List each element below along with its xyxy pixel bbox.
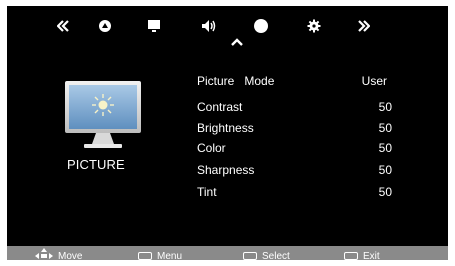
footer-move-label: Move [58,250,83,261]
monitor-sun-icon [65,81,141,148]
menu-item-value: 50 [378,163,392,177]
menu-item-brightness[interactable]: Brightness 50 [197,121,407,137]
menu-item-sharpness[interactable]: Sharpness 50 [197,163,407,179]
chevron-double-left-icon [57,20,69,32]
footer-select-hint: Select [243,246,290,260]
speaker-icon [202,20,216,32]
tab-screen[interactable] [144,16,164,36]
menu-item-color[interactable]: Color 50 [197,141,407,157]
menu-item-label: Color [197,141,226,155]
tab-setup[interactable] [304,16,324,36]
gear-icon [307,19,321,33]
monitor-icon [148,20,160,32]
footer-move-hint: Move [35,246,82,260]
dpad-icon [35,248,53,260]
menu-item-value: User [361,74,387,88]
section-title: PICTURE [67,157,125,172]
menu-item-label: Picture Mode [197,74,275,88]
menu-key-icon [138,252,152,260]
menu-item-value: 50 [378,141,392,155]
menu-item-label: Tint [197,185,217,199]
top-nav [7,6,448,50]
picture-icon [99,20,111,32]
circle-icon [254,19,268,33]
footer-menu-hint: Menu [138,246,182,260]
tab-picture[interactable] [95,16,115,36]
footer-exit-hint: Exit [344,246,380,260]
footer-menu-label: Menu [157,250,183,261]
footer-hint-bar: Move Menu Select Exit [7,246,448,260]
menu-item-contrast[interactable]: Contrast 50 [197,100,407,116]
menu-item-value: 50 [378,100,392,114]
osd-screen: PICTURE Picture Mode User Contrast 50 Br… [7,6,448,260]
tab-sound[interactable] [199,16,219,36]
menu-item-label: Brightness [197,121,254,135]
tab-time[interactable] [251,16,271,36]
footer-exit-label: Exit [363,250,380,261]
chevron-double-right-icon [358,20,370,32]
tab-next[interactable] [354,16,374,36]
chevron-up-icon [231,38,243,46]
menu-item-value: 50 [378,121,392,135]
menu-item-label: Contrast [197,100,243,114]
menu-item-value: 50 [378,185,392,199]
tab-prev[interactable] [53,16,73,36]
footer-select-label: Select [262,250,290,261]
menu-item-tint[interactable]: Tint 50 [197,185,407,201]
menu-item-label: Sharpness [197,163,255,177]
enter-key-icon [243,252,257,260]
exit-key-icon [344,252,358,260]
menu-item-picture-mode[interactable]: Picture Mode User [197,74,407,90]
